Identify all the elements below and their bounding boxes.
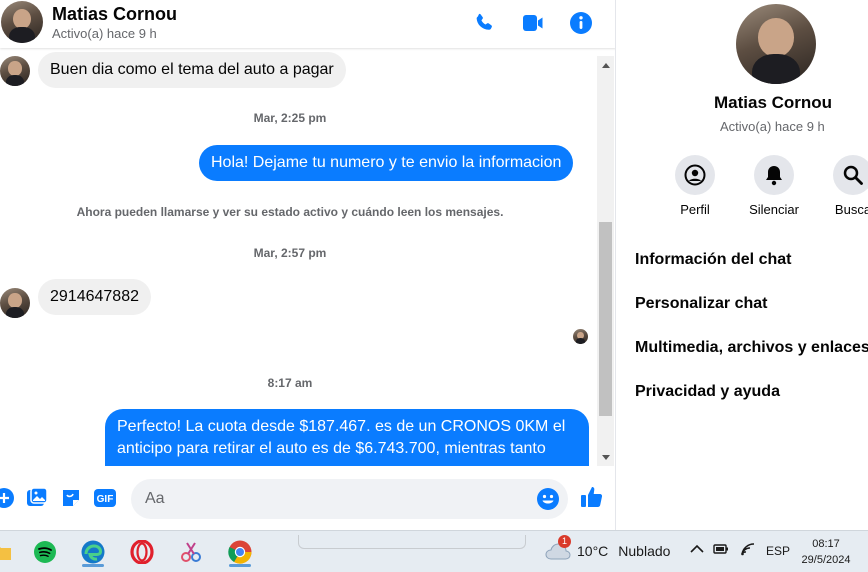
chat-info-section[interactable]: Información del chat (635, 251, 791, 269)
contact-status: Activo(a) hace 9 h (52, 26, 157, 41)
taskbar-edge[interactable] (78, 537, 108, 567)
message-list[interactable]: Buen dia como el tema del auto a pagar M… (0, 48, 596, 466)
media-files-links-section[interactable]: Multimedia, archivos y enlaces (635, 339, 868, 357)
send-like-button[interactable] (580, 485, 604, 509)
scroll-down-arrow-icon[interactable] (597, 450, 614, 464)
mute-action-label: Silenciar (749, 202, 799, 217)
customize-chat-section[interactable]: Personalizar chat (635, 295, 768, 313)
folder-icon (0, 547, 11, 560)
taskbar-preview-outline (298, 535, 526, 549)
taskbar-file-explorer[interactable] (0, 537, 16, 567)
profile-action-button[interactable]: Perfil (665, 155, 725, 217)
sender-avatar[interactable] (0, 288, 30, 318)
svg-text:GIF: GIF (97, 494, 114, 505)
weather-temperature: 10°C (577, 543, 609, 559)
wifi-icon[interactable] (740, 542, 756, 559)
weather-widget[interactable]: 1 10°C Nublado (545, 535, 671, 561)
video-camera-icon (523, 15, 543, 31)
edge-icon (81, 540, 105, 564)
clock-time: 08:17 (812, 538, 840, 550)
message-input[interactable]: Aa (131, 479, 568, 519)
timestamp: Mar, 2:25 pm (253, 111, 327, 125)
image-icon (27, 487, 48, 506)
system-clock[interactable]: 08:17 29/5/2024 (798, 536, 854, 568)
video-call-button[interactable] (520, 10, 546, 36)
taskbar-spotify[interactable] (30, 537, 60, 567)
conversation-details-panel: Matias Cornou Activo(a) hace 9 h Perfil … (617, 0, 868, 530)
incoming-message[interactable]: 2914647882 (38, 279, 151, 315)
gif-icon: GIF (94, 489, 116, 507)
show-hidden-icons-button[interactable] (690, 543, 704, 558)
clock-date: 29/5/2024 (801, 554, 851, 566)
timestamp: Mar, 2:57 pm (253, 246, 327, 260)
scroll-up-arrow-icon[interactable] (597, 58, 614, 72)
weather-alert-badge: 1 (558, 535, 571, 548)
more-actions-button[interactable] (0, 486, 16, 510)
scrollbar[interactable] (597, 56, 614, 466)
chat-header: Matias Cornou Activo(a) hace 9 h (0, 0, 615, 48)
conversation-info-button[interactable] (568, 10, 594, 36)
phone-icon (476, 13, 492, 30)
profile-action-label: Perfil (680, 202, 710, 217)
seen-receipt-avatar (573, 329, 588, 344)
message-input-placeholder: Aa (145, 490, 165, 507)
taskbar-opera[interactable] (127, 537, 157, 567)
active-indicator (229, 564, 251, 567)
mute-action-button[interactable]: Silenciar (744, 155, 804, 217)
opera-icon (130, 540, 154, 564)
profile-avatar[interactable] (736, 4, 816, 84)
screen: Matias Cornou Activo(a) hace 9 h Buen di… (0, 0, 868, 572)
profile-icon (684, 164, 706, 186)
taskbar-app-pinned[interactable] (176, 537, 206, 567)
privacy-support-section[interactable]: Privacidad y ayuda (635, 383, 780, 401)
search-icon (843, 165, 863, 185)
outgoing-message[interactable]: Hola! Dejame tu numero y te envio la inf… (199, 145, 574, 181)
emoji-button[interactable] (536, 487, 560, 516)
search-action-label: Busca (834, 202, 868, 217)
contact-name[interactable]: Matias Cornou (52, 4, 177, 25)
message-composer: GIF Aa (0, 474, 615, 526)
weather-description: Nublado (618, 543, 671, 559)
incoming-message[interactable]: Buen dia como el tema del auto a pagar (38, 52, 346, 88)
bell-icon (766, 166, 782, 186)
plus-icon (0, 488, 14, 508)
sticker-icon (63, 490, 79, 506)
taskbar-chrome[interactable] (225, 537, 255, 567)
scissors-app-icon (181, 542, 201, 562)
input-language[interactable]: ESP (766, 544, 790, 558)
spotify-icon (34, 541, 56, 563)
thumbs-up-icon (581, 487, 603, 507)
windows-taskbar: 1 10°C Nublado ESP 08:17 29/5/2024 (0, 530, 868, 572)
search-action-button[interactable]: Busca (823, 155, 868, 217)
phone-call-button[interactable] (471, 10, 497, 36)
sticker-button[interactable] (59, 486, 83, 510)
sender-avatar[interactable] (0, 56, 30, 86)
info-icon (570, 12, 592, 34)
profile-circle[interactable] (675, 155, 715, 195)
system-notice: Ahora pueden llamarse y ver su estado ac… (76, 205, 504, 219)
message-line: anticipo para retirar el auto es de $6.7… (117, 440, 546, 457)
network-battery-icon[interactable] (713, 542, 731, 559)
outgoing-message[interactable]: Perfecto! La cuota desde $187.467. es de… (105, 409, 589, 466)
message-line: Perfecto! La cuota desde $187.467. es de… (117, 418, 566, 435)
active-indicator (82, 564, 104, 567)
contact-avatar[interactable] (1, 1, 43, 43)
emoji-icon (537, 488, 559, 510)
mute-circle[interactable] (754, 155, 794, 195)
search-circle[interactable] (833, 155, 868, 195)
chrome-icon (228, 540, 252, 564)
profile-name[interactable]: Matias Cornou (714, 93, 832, 113)
timestamp: 8:17 am (267, 376, 313, 390)
profile-status: Activo(a) hace 9 h (720, 119, 825, 134)
chevron-up-icon (690, 544, 704, 553)
attach-image-button[interactable] (25, 486, 49, 510)
cloud-icon: 1 (545, 535, 571, 561)
scrollbar-thumb[interactable] (599, 222, 612, 416)
chat-window: Matias Cornou Activo(a) hace 9 h Buen di… (0, 0, 616, 530)
gif-button[interactable]: GIF (93, 486, 117, 510)
